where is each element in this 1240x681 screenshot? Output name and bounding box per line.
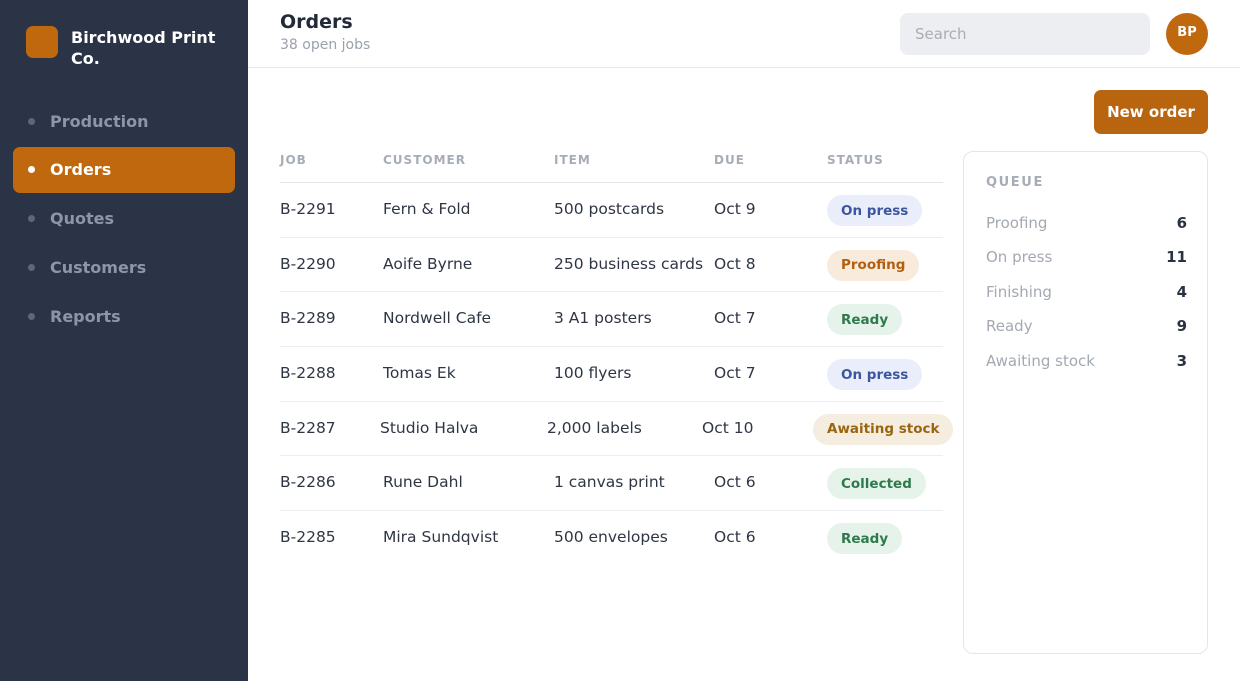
status-badge: Ready <box>827 523 903 555</box>
sidebar-item-label: Reports <box>50 306 121 326</box>
table-row[interactable]: B-2285 Mira Sundqvist 500 envelopes Oct … <box>280 511 943 566</box>
item-description: 100 flyers <box>554 364 632 383</box>
customer-name: Aoife Byrne <box>383 254 473 273</box>
queue-title: QUEUE <box>986 175 1044 190</box>
sidebar-nav: Production Orders Quotes Customers Repor… <box>13 98 235 342</box>
table-row[interactable]: B-2291 Fern & Fold 500 postcards Oct 9 O… <box>280 183 943 238</box>
due-date: Oct 6 <box>714 473 756 492</box>
due-date: Oct 6 <box>714 528 756 547</box>
queue-item-on-press[interactable]: On press 11 <box>986 246 1187 280</box>
item-description: 1 canvas print <box>554 473 665 492</box>
sidebar-item-customers[interactable]: Customers <box>13 244 235 290</box>
sidebar: Birchwood Print Co. Production Orders Qu… <box>0 0 248 681</box>
table-row[interactable]: B-2287 Studio Halva 2,000 labels Oct 10 … <box>280 402 954 457</box>
queue-item-proofing[interactable]: Proofing 6 <box>986 212 1187 246</box>
queue-list: Proofing 6 On press 11 Finishing 4 Ready… <box>986 212 1187 384</box>
sidebar-item-quotes[interactable]: Quotes <box>13 196 235 242</box>
job-id: B-2288 <box>280 364 336 383</box>
queue-item-finishing[interactable]: Finishing 4 <box>986 281 1187 315</box>
table-body: B-2291 Fern & Fold 500 postcards Oct 9 O… <box>280 183 954 566</box>
table-row[interactable]: B-2286 Rune Dahl 1 canvas print Oct 6 Co… <box>280 456 943 512</box>
queue-item-awaiting-stock[interactable]: Awaiting stock 3 <box>986 350 1187 384</box>
queue-item-count: 9 <box>1176 317 1187 336</box>
customer-name: Mira Sundqvist <box>383 528 499 547</box>
queue-item-label: Finishing <box>986 282 1052 301</box>
customer-name: Fern & Fold <box>383 200 471 218</box>
queue-item-label: Proofing <box>986 214 1048 232</box>
sidebar-item-label: Quotes <box>50 209 115 229</box>
customer-name: Tomas Ek <box>383 364 456 383</box>
orders-table: JOB CUSTOMER ITEM DUE STATUS B-2291 Fern… <box>280 138 954 566</box>
column-header-due[interactable]: DUE <box>714 153 745 167</box>
sidebar-item-label: Production <box>50 111 149 131</box>
bullet-icon <box>28 117 35 125</box>
status-badge: Ready <box>827 304 903 336</box>
brand: Birchwood Print Co. <box>26 26 221 69</box>
queue-panel: QUEUE Proofing 6 On press 11 Finishing 4… <box>963 151 1208 654</box>
column-header-item[interactable]: ITEM <box>554 153 591 167</box>
new-order-button[interactable]: New order <box>1094 90 1208 134</box>
job-id: B-2285 <box>280 528 336 547</box>
avatar[interactable]: BP <box>1166 13 1208 55</box>
status-badge: Awaiting stock <box>813 413 954 445</box>
job-id: B-2289 <box>280 309 336 328</box>
brand-logo-icon <box>26 26 58 58</box>
item-description: 250 business cards <box>554 254 704 273</box>
job-id: B-2286 <box>280 473 336 492</box>
due-date: Oct 8 <box>714 254 756 273</box>
queue-item-count: 11 <box>1166 248 1187 267</box>
item-description: 500 postcards <box>554 200 665 218</box>
job-id: B-2287 <box>280 418 336 437</box>
status-badge: Collected <box>827 468 926 500</box>
status-badge: On press <box>827 195 923 226</box>
bullet-icon <box>28 215 35 223</box>
customer-name: Rune Dahl <box>383 473 463 492</box>
customer-name: Nordwell Cafe <box>383 309 492 328</box>
sidebar-item-orders[interactable]: Orders <box>13 146 235 193</box>
status-badge: Proofing <box>827 249 920 281</box>
column-header-customer[interactable]: CUSTOMER <box>383 153 466 167</box>
page-title: Orders <box>280 11 353 33</box>
queue-item-label: Ready <box>986 317 1033 336</box>
due-date: Oct 7 <box>714 364 756 383</box>
table-header: JOB CUSTOMER ITEM DUE STATUS <box>280 138 943 183</box>
sidebar-item-label: Orders <box>50 160 112 180</box>
bullet-icon <box>28 263 35 271</box>
queue-item-label: On press <box>986 248 1053 267</box>
page-subtitle: 38 open jobs <box>280 37 371 53</box>
queue-item-count: 6 <box>1176 214 1187 232</box>
table-row[interactable]: B-2289 Nordwell Cafe 3 A1 posters Oct 7 … <box>280 292 943 348</box>
table-row[interactable]: B-2290 Aoife Byrne 250 business cards Oc… <box>280 238 943 293</box>
job-id: B-2291 <box>280 200 336 218</box>
due-date: Oct 9 <box>714 200 756 218</box>
sidebar-item-production[interactable]: Production <box>13 98 235 144</box>
due-date: Oct 10 <box>702 418 754 437</box>
queue-item-label: Awaiting stock <box>986 351 1095 370</box>
bullet-icon <box>28 312 35 320</box>
sidebar-item-reports[interactable]: Reports <box>13 293 235 339</box>
brand-name: Birchwood Print Co. <box>71 28 216 68</box>
due-date: Oct 7 <box>714 309 756 328</box>
queue-item-ready[interactable]: Ready 9 <box>986 315 1187 349</box>
sidebar-item-label: Customers <box>50 257 147 277</box>
column-header-job[interactable]: JOB <box>280 153 307 167</box>
top-bar: Orders 38 open jobs BP <box>248 0 1240 68</box>
table-row[interactable]: B-2288 Tomas Ek 100 flyers Oct 7 On pres… <box>280 347 943 402</box>
item-description: 2,000 labels <box>547 418 642 437</box>
job-id: B-2290 <box>280 254 336 273</box>
item-description: 3 A1 posters <box>554 309 652 328</box>
bullet-icon <box>28 166 35 174</box>
search-input[interactable] <box>900 13 1150 55</box>
status-badge: On press <box>827 359 923 391</box>
customer-name: Studio Halva <box>380 418 479 437</box>
column-header-status[interactable]: STATUS <box>827 153 884 167</box>
item-description: 500 envelopes <box>554 528 668 547</box>
queue-item-count: 4 <box>1176 282 1187 301</box>
queue-item-count: 3 <box>1176 351 1187 370</box>
